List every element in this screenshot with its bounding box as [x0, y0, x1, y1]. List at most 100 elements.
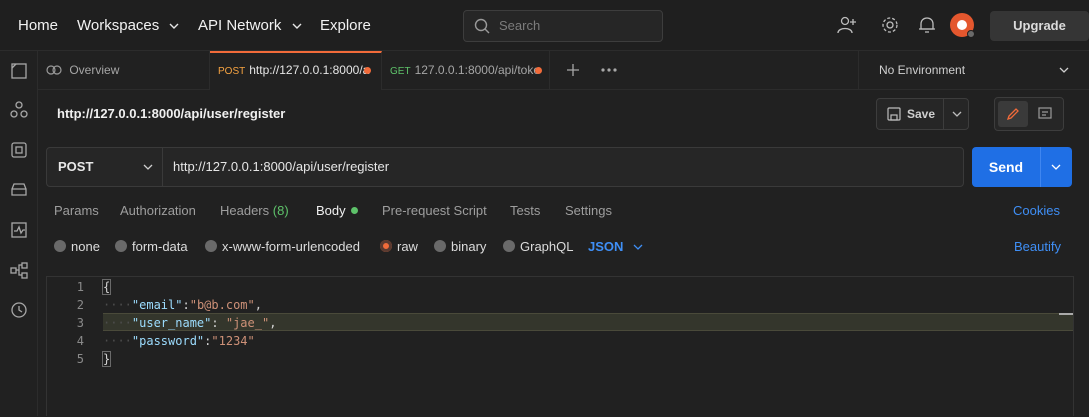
cookies-link[interactable]: Cookies — [1013, 193, 1060, 229]
request-subtabs: Params Authorization Headers (8) Body Pr… — [38, 193, 1089, 229]
radio-none[interactable]: none — [54, 230, 100, 264]
chevron-down-icon — [292, 23, 302, 30]
save-label: Save — [907, 107, 936, 121]
left-sidebar — [0, 51, 38, 416]
nav-api-network[interactable]: API Network — [198, 0, 302, 51]
tab-token-request[interactable]: GET 127.0.0.1:8000/api/toke — [382, 51, 550, 90]
tab-method-badge: GET — [390, 66, 411, 77]
url-input[interactable]: http://127.0.0.1:8000/api/user/register — [173, 148, 389, 186]
tab-overview[interactable]: Overview — [38, 51, 210, 90]
view-mode-toggle — [994, 97, 1064, 131]
raw-format-select[interactable]: JSON — [588, 230, 643, 264]
url-bar: POST http://127.0.0.1:8000/api/user/regi… — [46, 147, 964, 187]
http-method-select[interactable]: POST — [47, 148, 163, 186]
divider — [943, 99, 944, 129]
code-line: ····"user_name": "jae_", — [103, 314, 276, 332]
tab-tests[interactable]: Tests — [510, 193, 540, 229]
line-number-gutter: 1 2 3 4 5 — [47, 277, 97, 417]
request-title[interactable]: http://127.0.0.1:8000/api/user/register — [57, 90, 285, 138]
json-key: "password" — [131, 334, 205, 348]
code-line: ····"password":"1234" — [103, 332, 255, 350]
monitors-icon[interactable] — [9, 220, 29, 240]
unsaved-dot — [535, 67, 542, 74]
tab-params[interactable]: Params — [54, 193, 99, 229]
radio-circle — [115, 240, 127, 252]
overview-icon — [46, 65, 62, 75]
code-line: { — [101, 278, 112, 296]
tab-headers-label: Headers — [220, 203, 270, 218]
radio-urlencoded-label: x-www-form-urlencoded — [222, 239, 360, 254]
request-header: http://127.0.0.1:8000/api/user/register … — [38, 90, 1089, 138]
tab-token-label: 127.0.0.1:8000/api/toke — [414, 63, 540, 77]
chevron-down-icon — [633, 244, 643, 250]
comments-icon[interactable] — [1038, 107, 1052, 121]
unsaved-dot — [364, 67, 371, 74]
json-separator: : — [211, 316, 226, 330]
avatar[interactable] — [950, 13, 975, 38]
tab-settings[interactable]: Settings — [565, 193, 612, 229]
radio-graphql[interactable]: GraphQL — [503, 230, 573, 264]
upgrade-button[interactable]: Upgrade — [990, 11, 1089, 41]
history-icon[interactable] — [9, 300, 29, 320]
tab-headers[interactable]: Headers (8) — [220, 193, 289, 229]
tab-body[interactable]: Body — [316, 193, 358, 229]
nav-workspaces[interactable]: Workspaces — [77, 0, 179, 51]
radio-circle-selected — [380, 240, 392, 252]
json-value: "jae_" — [225, 316, 270, 330]
add-tab-icon[interactable] — [566, 63, 580, 77]
chevron-down-icon[interactable] — [952, 111, 962, 117]
http-method-value: POST — [58, 159, 94, 174]
json-key: "user_name" — [131, 316, 212, 330]
flows-icon[interactable] — [9, 260, 29, 280]
line-number: 5 — [76, 352, 84, 366]
code-line: } — [101, 350, 112, 368]
body-type-options: none form-data x-www-form-urlencoded raw… — [38, 230, 1089, 264]
tab-register-request[interactable]: POST http://127.0.0.1:8000/a — [210, 51, 382, 90]
tab-authorization[interactable]: Authorization — [120, 193, 196, 229]
invite-user-icon[interactable] — [836, 14, 858, 36]
tab-body-label: Body — [316, 203, 346, 218]
radio-form-data-label: form-data — [132, 239, 188, 254]
apis-icon[interactable] — [9, 100, 29, 120]
request-tabs-bar: Overview POST http://127.0.0.1:8000/a GET… — [38, 51, 1089, 90]
nav-explore[interactable]: Explore — [320, 0, 371, 51]
more-tabs-icon[interactable] — [601, 68, 617, 72]
radio-binary[interactable]: binary — [434, 230, 486, 264]
status-dot — [967, 30, 975, 38]
radio-raw-label: raw — [397, 239, 418, 254]
edit-mode-button[interactable] — [998, 101, 1028, 127]
save-button[interactable]: Save — [876, 98, 969, 130]
nav-home[interactable]: Home — [18, 0, 58, 51]
indent-guide: ···· — [103, 316, 132, 330]
line-number: 1 — [76, 280, 84, 294]
tab-register-label: http://127.0.0.1:8000/a — [249, 63, 370, 77]
environments-icon[interactable] — [9, 140, 29, 160]
json-value: "b@b.com" — [189, 298, 255, 312]
send-button[interactable]: Send — [972, 147, 1072, 187]
environment-label: No Environment — [879, 63, 966, 77]
tab-prerequest-script[interactable]: Pre-request Script — [382, 193, 487, 229]
collections-icon[interactable] — [9, 61, 29, 81]
beautify-link[interactable]: Beautify — [1014, 230, 1061, 264]
environment-selector[interactable]: No Environment — [858, 51, 1089, 90]
scrollbar-marker[interactable] — [1059, 313, 1073, 315]
line-number: 3 — [76, 316, 84, 330]
radio-form-data[interactable]: form-data — [115, 230, 188, 264]
json-separator: : — [182, 298, 190, 312]
chevron-down-icon[interactable] — [1051, 164, 1061, 170]
nav-workspaces-label: Workspaces — [77, 17, 160, 34]
body-code-editor[interactable]: 1 2 3 4 5 { ····"email":"b@b.com", ····"… — [46, 276, 1074, 416]
radio-urlencoded[interactable]: x-www-form-urlencoded — [205, 230, 360, 264]
settings-gear-icon[interactable] — [879, 14, 901, 36]
code-line: ····"email":"b@b.com", — [103, 296, 262, 314]
chevron-down-icon — [1059, 67, 1069, 73]
search-input[interactable]: Search — [463, 10, 663, 42]
radio-circle — [434, 240, 446, 252]
notifications-bell-icon[interactable] — [916, 14, 938, 36]
mock-servers-icon[interactable] — [9, 180, 29, 200]
open-brace: { — [101, 279, 112, 295]
radio-binary-label: binary — [451, 239, 487, 254]
close-brace: } — [101, 351, 112, 367]
tab-method-badge: POST — [218, 66, 246, 77]
radio-raw[interactable]: raw — [380, 230, 418, 264]
